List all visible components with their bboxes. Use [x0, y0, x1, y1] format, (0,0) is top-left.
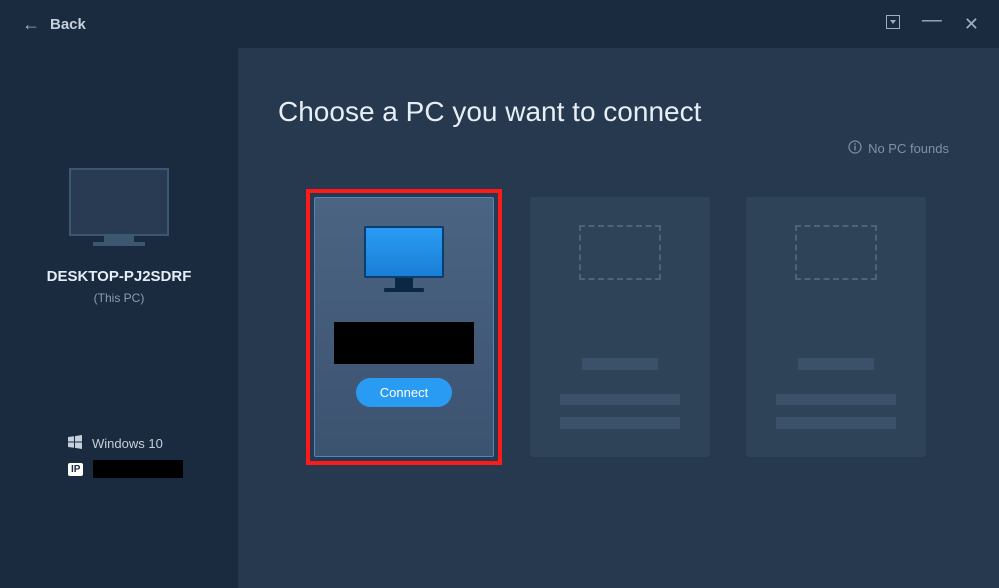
- placeholder-screen-icon: [579, 225, 661, 280]
- ip-info-row: IP: [68, 460, 238, 478]
- sidebar: DESKTOP-PJ2SDRF (This PC) Windows 10 IP: [0, 48, 238, 588]
- placeholder-line: [776, 417, 896, 429]
- page-heading: Choose a PC you want to connect: [278, 96, 959, 128]
- titlebar: ← Back — ✕: [0, 0, 999, 48]
- window-controls: — ✕: [886, 13, 987, 36]
- placeholder-line: [560, 394, 680, 406]
- local-pc-monitor-icon: [69, 168, 169, 248]
- system-info: Windows 10 IP: [0, 435, 238, 486]
- placeholder-screen-icon: [795, 225, 877, 280]
- os-label: Windows 10: [92, 436, 163, 451]
- content-area: DESKTOP-PJ2SDRF (This PC) Windows 10 IP …: [0, 48, 999, 588]
- back-arrow-icon: ←: [22, 14, 40, 35]
- minimize-button[interactable]: —: [922, 9, 942, 32]
- windows-logo-icon: [68, 435, 82, 452]
- local-pc-name: DESKTOP-PJ2SDRF: [47, 268, 192, 285]
- back-button[interactable]: ← Back: [12, 14, 86, 35]
- placeholder-line: [582, 358, 658, 370]
- pc-card-placeholder: [746, 197, 926, 457]
- remote-pc-name-redacted: [334, 322, 474, 364]
- this-pc-label: (This PC): [94, 291, 145, 305]
- pc-cards-row: Connect: [278, 197, 959, 457]
- back-label: Back: [50, 16, 86, 33]
- main-panel: Choose a PC you want to connect No PC fo…: [238, 48, 999, 588]
- placeholder-line: [560, 417, 680, 429]
- placeholder-line: [798, 358, 874, 370]
- pc-monitor-icon: [364, 226, 444, 294]
- pc-card-available[interactable]: Connect: [314, 197, 494, 457]
- ip-badge-icon: IP: [68, 463, 83, 476]
- close-button[interactable]: ✕: [964, 14, 979, 35]
- os-info-row: Windows 10: [68, 435, 238, 452]
- hint-text: No PC founds: [868, 141, 949, 156]
- pc-card-wrap: Connect: [314, 197, 494, 457]
- ip-address-redacted: [93, 460, 183, 478]
- connect-button[interactable]: Connect: [356, 378, 452, 407]
- pc-card-placeholder: [530, 197, 710, 457]
- info-icon: [848, 140, 862, 157]
- dropdown-icon[interactable]: [886, 15, 900, 34]
- placeholder-line: [776, 394, 896, 406]
- hint-row[interactable]: No PC founds: [278, 140, 959, 157]
